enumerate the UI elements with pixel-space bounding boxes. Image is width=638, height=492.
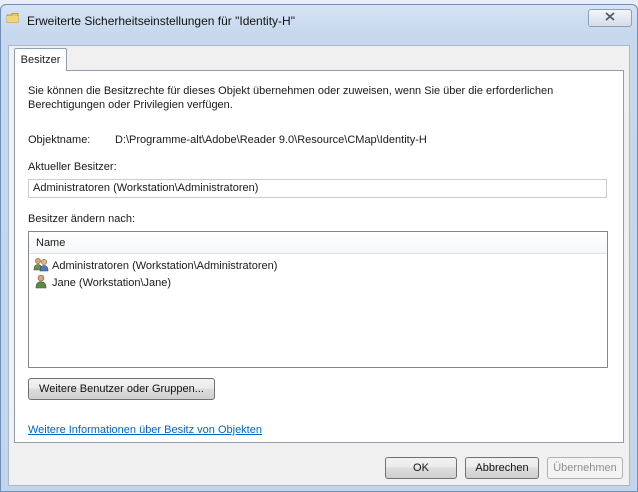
folder-icon	[6, 11, 20, 25]
tab-besitzer[interactable]: Besitzer	[14, 48, 67, 71]
ok-button[interactable]: OK	[385, 457, 457, 479]
object-name-value: D:\Programme-alt\Adobe\Reader 9.0\Resour…	[115, 134, 427, 146]
list-item[interactable]: Jane (Workstation\Jane)	[33, 274, 171, 291]
apply-button[interactable]: Übernehmen	[547, 457, 623, 479]
close-icon	[605, 12, 615, 24]
titlebar[interactable]: Erweiterte Sicherheitseinstellungen für …	[1, 5, 637, 33]
current-owner-label: Aktueller Besitzer:	[28, 161, 117, 173]
ownership-info-link[interactable]: Weitere Informationen über Besitz von Ob…	[28, 424, 262, 436]
list-item-label: Jane (Workstation\Jane)	[52, 276, 172, 289]
close-button[interactable]	[588, 9, 632, 27]
owner-panel: Sie können die Besitzrechte für dieses O…	[14, 70, 624, 443]
dialog-client-area: Besitzer Sie können die Besitzrechte für…	[8, 45, 630, 486]
list-item[interactable]: Administratoren (Workstation\Administrat…	[33, 257, 277, 274]
dialog-window: Erweiterte Sicherheitseinstellungen für …	[0, 4, 638, 492]
list-item-label: Administratoren (Workstation\Administrat…	[52, 259, 278, 272]
owner-listbox[interactable]: Name Administratoren (Workstation\Admini…	[28, 231, 608, 368]
cancel-button[interactable]: Abbrechen	[465, 457, 539, 479]
object-name-label: Objektname:	[28, 134, 91, 146]
column-header-name[interactable]: Name	[29, 232, 607, 254]
tab-label: Besitzer	[20, 54, 61, 66]
group-icon	[33, 257, 52, 275]
intro-text: Sie können die Besitzrechte für dieses O…	[28, 85, 554, 111]
current-owner-field[interactable]: Administratoren (Workstation\Administrat…	[28, 179, 607, 198]
change-owner-label: Besitzer ändern nach:	[28, 213, 136, 225]
window-title: Erweiterte Sicherheitseinstellungen für …	[27, 14, 295, 28]
user-icon	[33, 274, 52, 292]
more-users-groups-button[interactable]: Weitere Benutzer oder Gruppen...	[28, 378, 215, 400]
